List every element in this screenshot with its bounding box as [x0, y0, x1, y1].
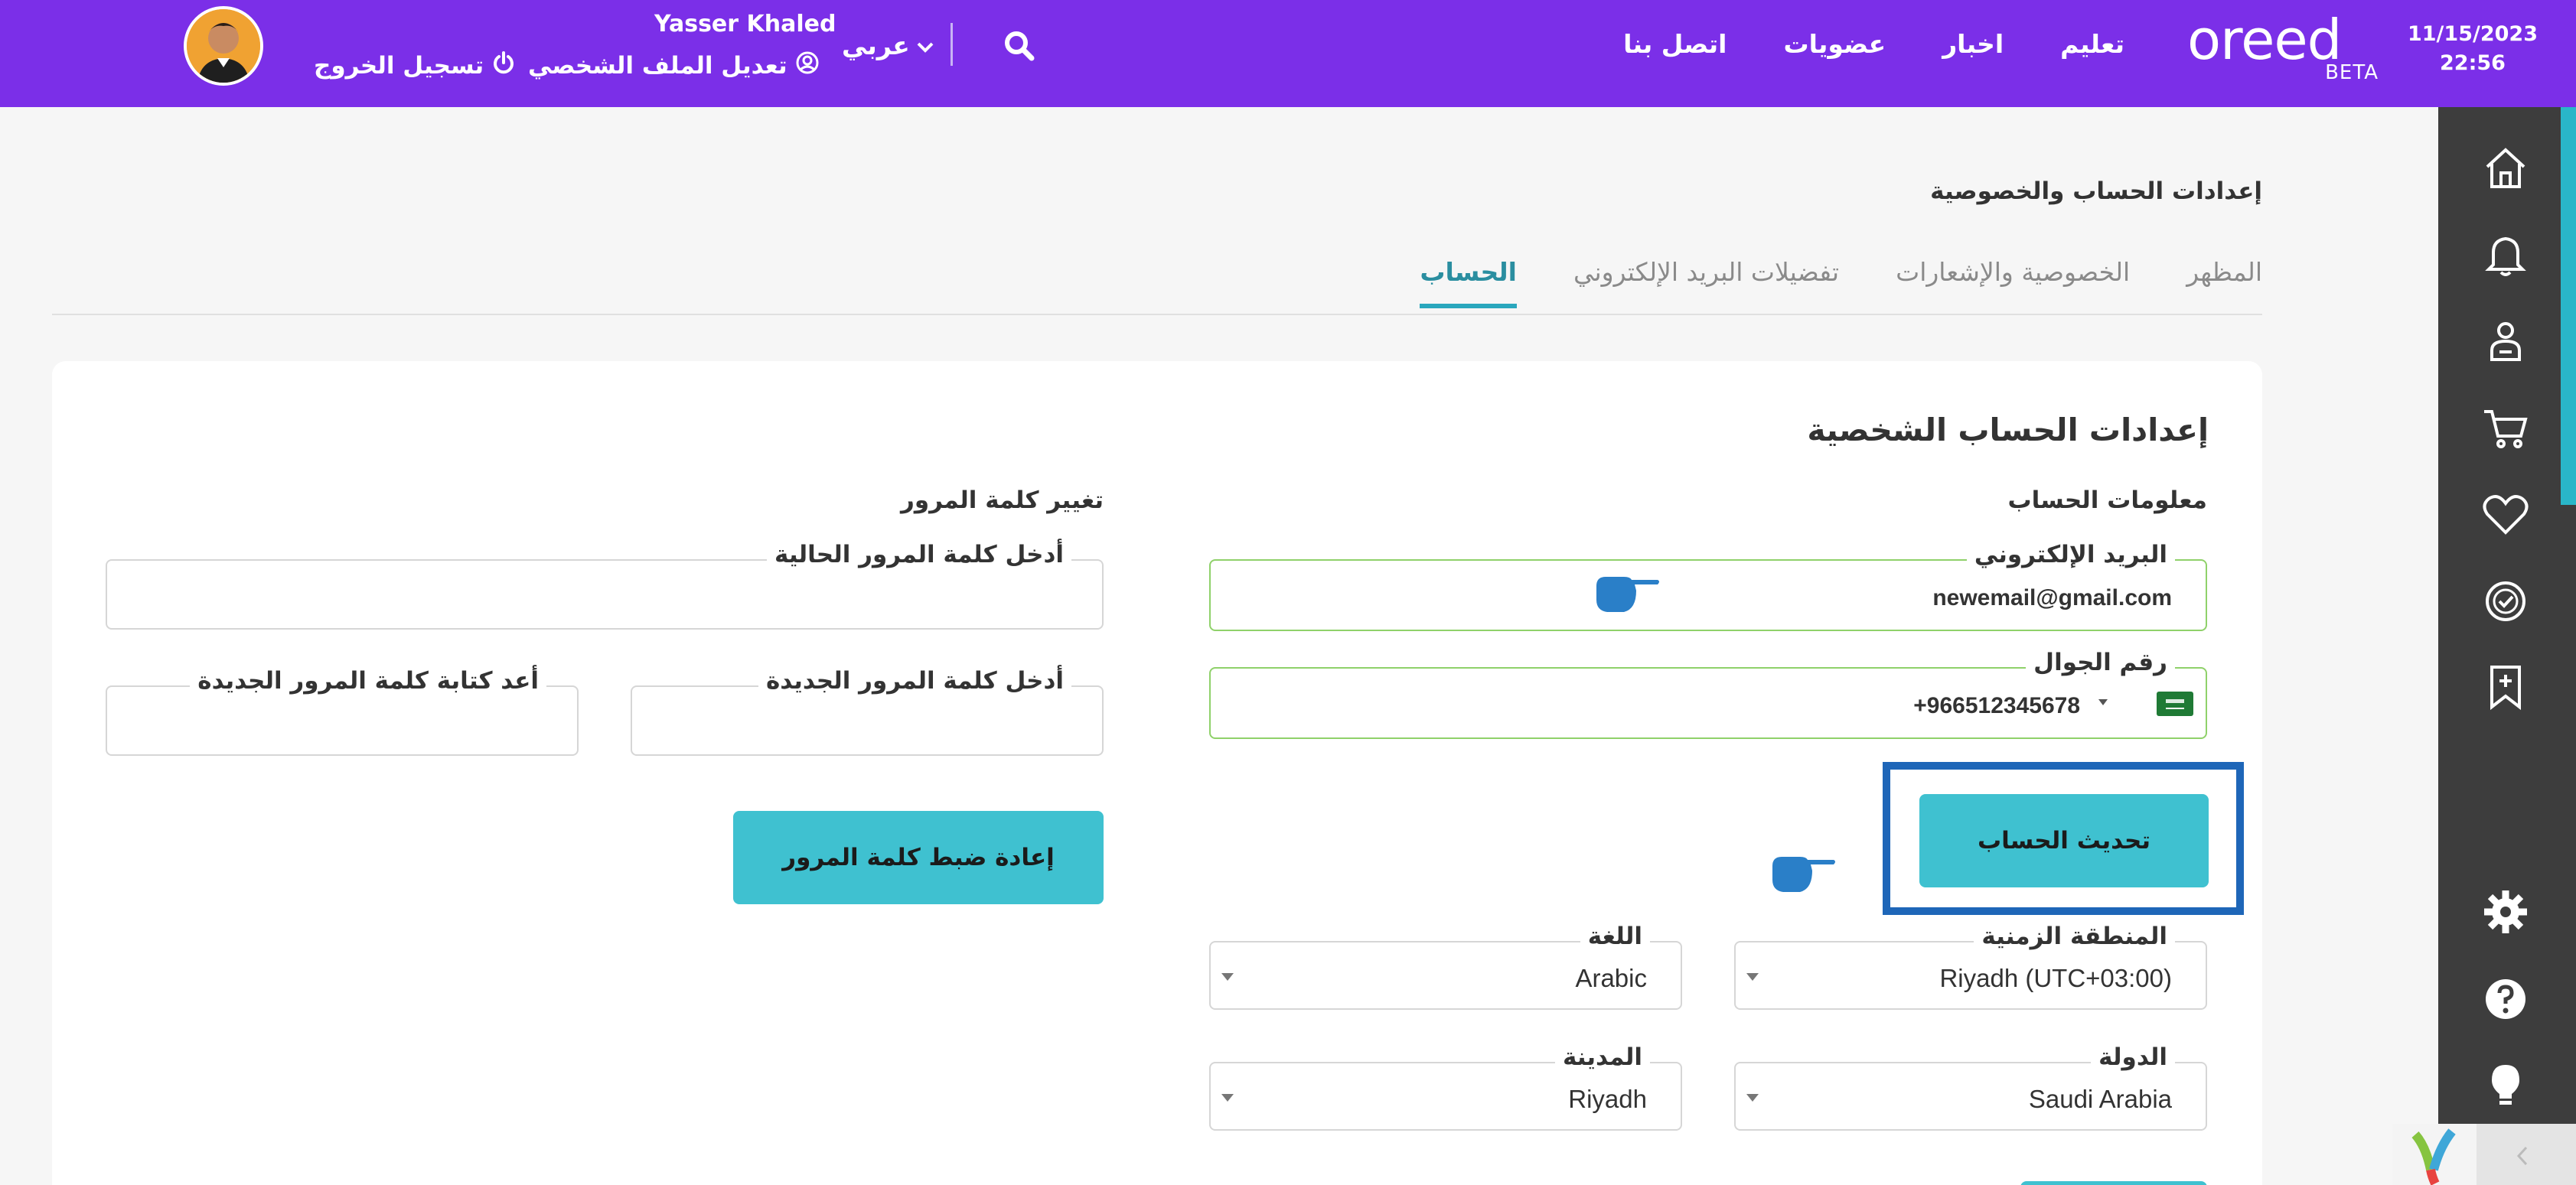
- user-badge-icon[interactable]: [2481, 317, 2530, 366]
- confirm-password-label: أعد كتابة كلمة المرور الجديدة: [190, 667, 546, 695]
- email-label: البريد الإلكتروني: [1966, 541, 2175, 568]
- language-label: عربي: [842, 31, 910, 60]
- right-sidebar: [2438, 107, 2576, 1185]
- current-password-input[interactable]: أدخل كلمة المرور الحالية: [106, 541, 1104, 630]
- phone-field[interactable]: رقم الجوال +966512345678: [1209, 649, 2207, 739]
- nav-item-education[interactable]: تعليم: [2060, 29, 2124, 59]
- chevron-down-icon: [916, 31, 934, 60]
- phone-label: رقم الجوال: [2026, 649, 2175, 676]
- account-info-title: معلومات الحساب: [2007, 487, 2207, 514]
- country-value: Saudi Arabia: [2028, 1085, 2172, 1113]
- section-title: إعدادات الحساب الشخصية: [1807, 412, 2209, 448]
- user-name: Yasser Khaled: [654, 11, 836, 37]
- gear-icon[interactable]: [2481, 887, 2530, 936]
- city-caret-icon: [1221, 1094, 1234, 1102]
- city-value: Riyadh: [1568, 1085, 1647, 1113]
- pointing-hand-icon: [1593, 571, 1662, 617]
- oreed-logo[interactable]: oreed BETA: [2187, 8, 2386, 84]
- page-title: إعدادات الحساب والخصوصية: [1930, 177, 2262, 205]
- language-caret-icon: [1221, 973, 1234, 981]
- country-code-caret-icon[interactable]: [2098, 699, 2108, 705]
- update-account-button[interactable]: تحديث الحساب: [1919, 794, 2209, 887]
- phone-value: +966512345678: [1913, 693, 2080, 718]
- chevron-left-icon: [2516, 1146, 2528, 1166]
- nav-item-news[interactable]: اخبار: [1942, 29, 2004, 59]
- bookmark-plus-icon[interactable]: [2481, 662, 2530, 711]
- sidebar-scroll-accent: [2561, 107, 2576, 505]
- logo-text: oreed: [2187, 8, 2342, 72]
- profile-link-label: تعديل الملف الشخصي: [528, 52, 787, 80]
- language-field-label: اللغة: [1580, 923, 1650, 950]
- bell-icon[interactable]: [2481, 230, 2530, 278]
- time-text: 22:56: [2440, 51, 2506, 75]
- debug-toolbar-logo[interactable]: [2392, 1124, 2477, 1185]
- city-label: المدينة: [1554, 1043, 1650, 1071]
- settings-tabs: الحساب تفضيلات البريد الإلكتروني الخصوصي…: [1420, 257, 2262, 308]
- tab-account[interactable]: الحساب: [1420, 257, 1517, 308]
- search-icon[interactable]: [1003, 29, 1036, 63]
- logo-beta-badge: BETA: [2325, 61, 2379, 84]
- check-badge-icon[interactable]: [2481, 577, 2530, 626]
- new-password-input[interactable]: أدخل كلمة المرور الجديدة: [631, 667, 1104, 756]
- timezone-value: Riyadh (UTC+03:00): [1939, 964, 2172, 992]
- save-button-partial[interactable]: [2020, 1181, 2207, 1185]
- language-selector[interactable]: عربي: [842, 31, 934, 60]
- help-icon[interactable]: [2481, 975, 2530, 1024]
- confirm-password-input[interactable]: أعد كتابة كلمة المرور الجديدة: [106, 667, 579, 756]
- logout-link[interactable]: تسجيل الخروج: [314, 50, 516, 81]
- date-time: 11/15/2023 22:56: [2408, 20, 2538, 78]
- country-select[interactable]: الدولة Saudi Arabia: [1734, 1043, 2207, 1131]
- date-text: 11/15/2023: [2407, 22, 2538, 46]
- saudi-flag-icon[interactable]: [2157, 692, 2193, 716]
- country-caret-icon: [1746, 1094, 1759, 1102]
- user-circle-icon: [795, 50, 820, 81]
- email-field[interactable]: البريد الإلكتروني newemail@gmail.com: [1209, 541, 2207, 631]
- tab-email-preferences[interactable]: تفضيلات البريد الإلكتروني: [1573, 257, 1839, 308]
- avatar[interactable]: [184, 6, 263, 86]
- reset-password-button[interactable]: إعادة ضبط كلمة المرور: [733, 811, 1104, 904]
- tab-appearance[interactable]: المظهر: [2186, 257, 2262, 308]
- top-bar: 11/15/2023 22:56 oreed BETA تعليم اخبار …: [0, 0, 2576, 107]
- cart-icon[interactable]: [2481, 404, 2530, 453]
- main-nav: تعليم اخبار عضويات اتصل بنا: [1623, 29, 2124, 59]
- nav-item-memberships[interactable]: عضويات: [1783, 29, 1886, 59]
- nav-item-contact[interactable]: اتصل بنا: [1623, 29, 1727, 59]
- lightbulb-icon[interactable]: [2481, 1060, 2530, 1109]
- change-password-title: تغيير كلمة المرور: [900, 487, 1104, 514]
- power-icon: [491, 50, 516, 81]
- logout-link-label: تسجيل الخروج: [314, 52, 484, 80]
- language-select[interactable]: اللغة Arabic: [1209, 923, 1682, 1010]
- pointing-hand-icon: [1769, 851, 1838, 897]
- heart-icon[interactable]: [2481, 490, 2530, 539]
- home-icon[interactable]: [2481, 144, 2530, 193]
- current-password-label: أدخل كلمة المرور الحالية: [767, 541, 1071, 568]
- timezone-caret-icon: [1746, 973, 1759, 981]
- country-label: الدولة: [2091, 1043, 2175, 1071]
- new-password-label: أدخل كلمة المرور الجديدة: [758, 667, 1071, 695]
- city-select[interactable]: المدينة Riyadh: [1209, 1043, 1682, 1131]
- timezone-select[interactable]: المنطقة الزمنية Riyadh (UTC+03:00): [1734, 923, 2207, 1010]
- email-value: newemail@gmail.com: [1932, 585, 2172, 610]
- tab-privacy-notifications[interactable]: الخصوصية والإشعارات: [1896, 257, 2130, 308]
- tabs-divider: [52, 314, 2262, 315]
- header-divider: [951, 23, 953, 66]
- language-value: Arabic: [1575, 964, 1647, 992]
- edit-profile-link[interactable]: تعديل الملف الشخصي: [528, 50, 820, 81]
- timezone-label: المنطقة الزمنية: [1974, 923, 2175, 950]
